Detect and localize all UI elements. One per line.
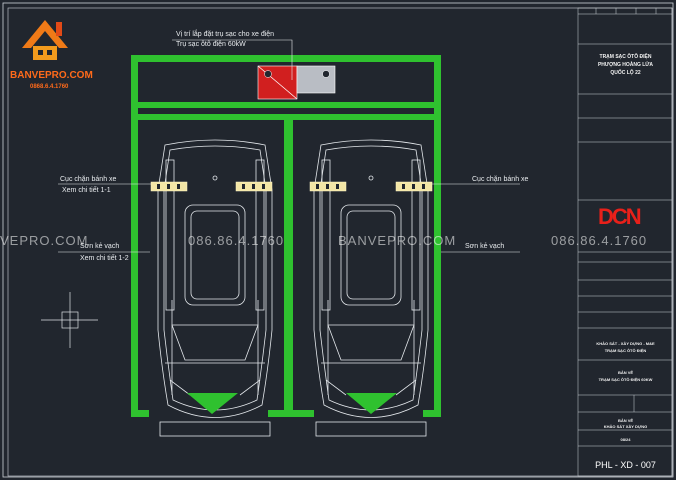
project-title-line2: PHƯỢNG HOÀNG LỬA [597, 62, 654, 68]
sheet-subtitle: TRẠM SẠC ÔTÔ ĐIỆN 60KW [598, 377, 653, 382]
drawing-date: 08/24 [620, 437, 631, 442]
label-wheel-stop-left: Cục chặn bánh xe [60, 176, 117, 183]
sheet-title: BẢN VẼ [617, 370, 634, 375]
ev-charger-icon [257, 65, 336, 100]
sheet-code: PHL - XD - 007 [595, 460, 656, 470]
label-charger-power: Trụ sạc ôtô điện 60kW [176, 41, 246, 48]
direction-arrow-right [346, 393, 397, 414]
label-wheel-stop-right: Cục chặn bánh xe [472, 176, 529, 183]
watermark-site-left: VEPRO.COM [0, 233, 89, 248]
label-paint-line-detail: Xem chi tiết 1-2 [80, 255, 129, 262]
company-logo: DCN [598, 204, 642, 229]
brand-phone: 0868.6.4.1760 [30, 84, 69, 90]
ucs-crosshair-icon [41, 292, 98, 348]
house-logo-icon [22, 20, 68, 60]
watermark-phone-right: 086.86.4.1760 [551, 233, 648, 248]
label-charger-position: Vị trí lắp đặt trụ sạc cho xe điện [176, 31, 275, 38]
category-sub: TRẠM SẠC ÔTÔ ĐIỆN [604, 348, 647, 353]
project-title-line1: TRẠM SẠC ÔTÔ ĐIỆN [599, 54, 652, 60]
drawing-subtype: KHẢO SÁT XÂY DỰNG [603, 424, 648, 429]
label-wheel-stop-detail: Xem chi tiết 1-1 [62, 187, 111, 194]
watermark-site: BANVEPRO.COM [338, 233, 457, 248]
brand-name: BANVEPRO.COM [10, 70, 93, 81]
direction-arrow-left [187, 393, 238, 414]
category: KHẢO SÁT - XÂY DỰNG - M&E [596, 341, 655, 346]
project-title-line3: QUỐC LỘ 22 [610, 70, 641, 76]
label-paint-line-right: Sơn kẻ vạch [465, 243, 505, 250]
drawing-type: BẢN VẼ [617, 418, 634, 423]
watermark-phone-left: 086.86.4.1760 [188, 233, 285, 248]
